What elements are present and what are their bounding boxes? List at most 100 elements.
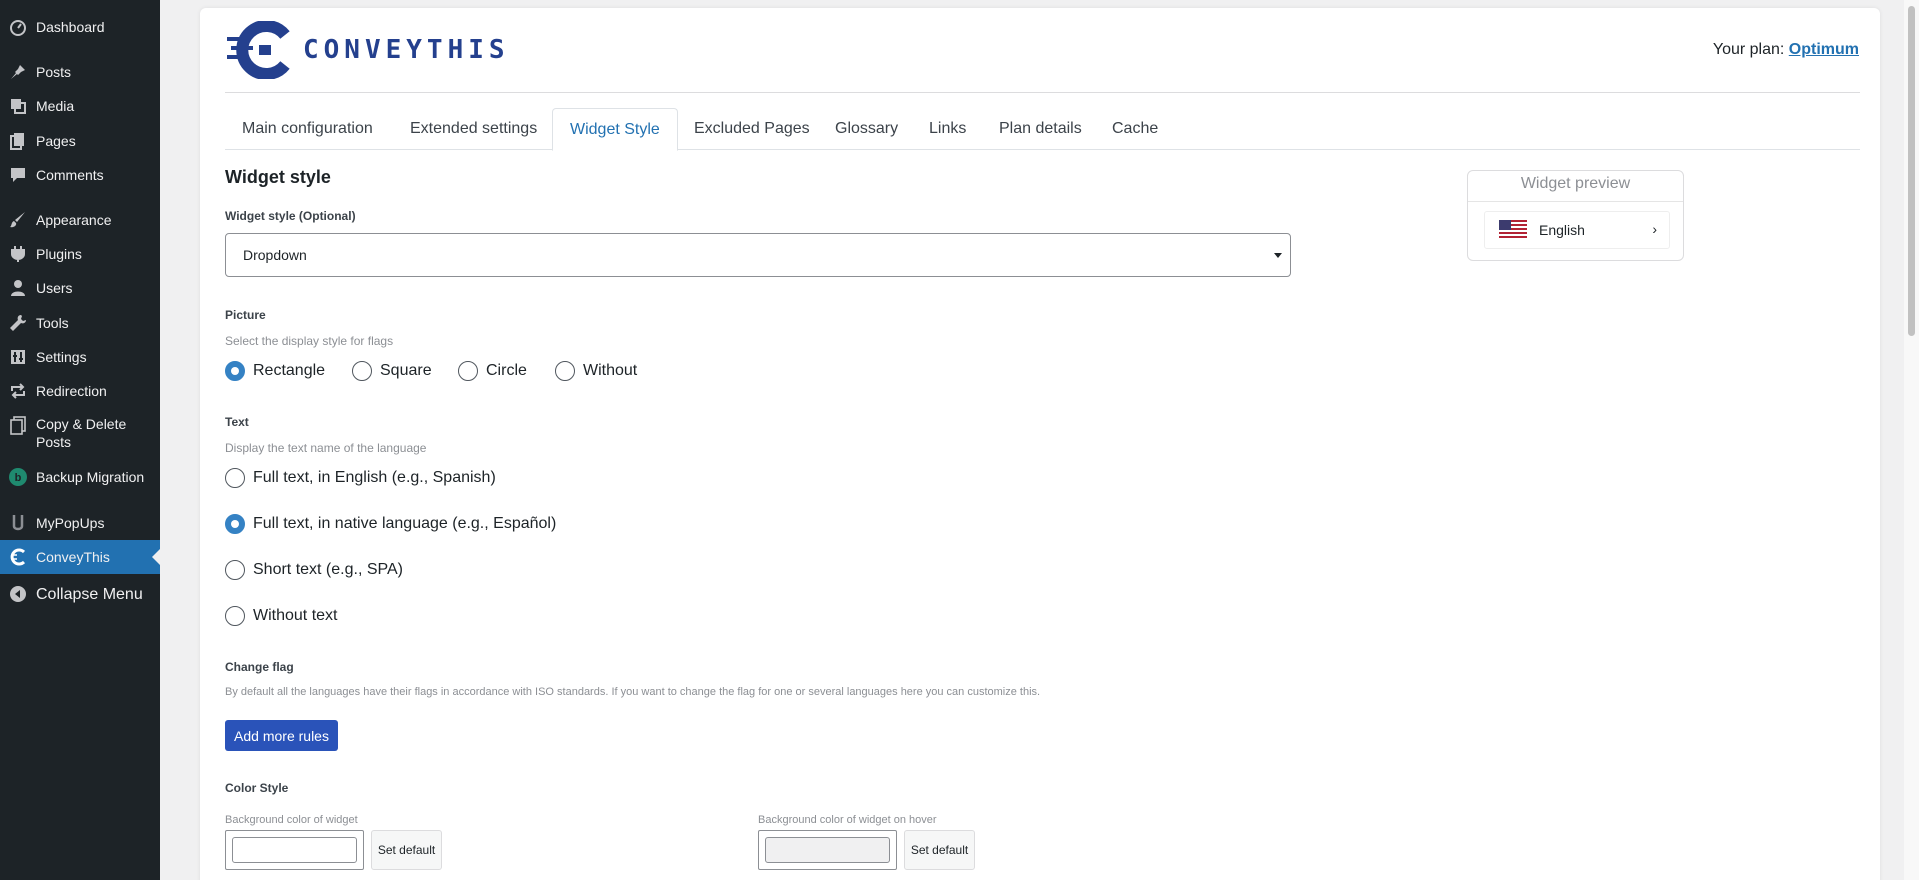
sidebar-item-posts[interactable]: Posts: [0, 55, 160, 89]
conveythis-logo: CONVEYTHIS: [225, 21, 530, 79]
plan-prefix: Your plan:: [1712, 41, 1785, 58]
sidebar-item-backup-migration[interactable]: b Backup Migration: [0, 460, 160, 494]
preview-divider: [1468, 201, 1683, 202]
wrench-icon: [8, 313, 28, 333]
comment-icon: [8, 165, 28, 185]
color-style-label: Color Style: [225, 781, 289, 795]
sidebar-item-media[interactable]: Media: [0, 89, 160, 123]
sidebar-item-label: Comments: [36, 166, 104, 183]
widget-preview: Widget preview English ›: [1467, 170, 1684, 261]
settings-icon: [8, 347, 28, 367]
conveythis-icon: [8, 547, 28, 567]
settings-tabs: Main configuration Extended settings Wid…: [225, 108, 1860, 151]
change-flag-hint: By default all the languages have their …: [225, 686, 1041, 698]
radio-label: Full text, in native language (e.g., Esp…: [253, 515, 557, 532]
radio-selected: [225, 514, 245, 534]
tab-cache[interactable]: Cache: [1095, 108, 1175, 150]
plan-link[interactable]: Optimum: [1789, 41, 1859, 58]
widget-preview-title: Widget preview: [1520, 175, 1631, 192]
sidebar-item-label: Media: [36, 97, 75, 114]
preview-language-label: English: [1539, 222, 1585, 238]
tab-plan-details[interactable]: Plan details: [982, 108, 1099, 150]
logo-text: CONVEYTHIS: [303, 35, 510, 65]
radio-unselected: [225, 560, 245, 580]
collapse-icon: [8, 584, 28, 604]
bg-color-set-default-button[interactable]: Set default: [371, 830, 442, 870]
dashboard-icon: [8, 17, 28, 37]
tab-widget-style[interactable]: Widget Style: [552, 108, 678, 151]
sidebar-item-copy-delete-posts[interactable]: Copy & Delete Posts: [0, 416, 160, 452]
sidebar-item-settings[interactable]: Settings: [0, 340, 160, 374]
sidebar-item-redirection[interactable]: Redirection: [0, 374, 160, 408]
bg-hover-color-swatch: [765, 837, 890, 863]
sidebar-item-label: Users: [36, 279, 73, 296]
sidebar-item-label: Appearance: [36, 211, 112, 228]
tab-excluded-pages[interactable]: Excluded Pages: [677, 108, 827, 150]
backup-icon: b: [8, 467, 28, 487]
language-switcher-preview[interactable]: English ›: [1484, 211, 1670, 249]
tab-links[interactable]: Links: [912, 108, 983, 150]
radio-label: Rectangle: [253, 362, 326, 379]
radio-unselected: [458, 361, 478, 381]
sidebar-item-label: Collapse Menu: [36, 585, 143, 603]
user-icon: [8, 278, 28, 298]
radio-label: Full text, in English (e.g., Spanish): [253, 469, 496, 486]
sidebar-item-label: ConveyThis: [36, 548, 110, 565]
sidebar-item-label: Copy & Delete: [36, 416, 127, 432]
sidebar-item-tools[interactable]: Tools: [0, 306, 160, 340]
text-option-full-english[interactable]: Full text, in English (e.g., Spanish): [225, 466, 496, 490]
picture-option-circle[interactable]: Circle: [458, 359, 527, 383]
sidebar-item-label: Redirection: [36, 382, 107, 399]
sidebar-item-label: Settings: [36, 348, 87, 365]
collapse-menu-button[interactable]: Collapse Menu: [0, 577, 160, 611]
radio-selected: [225, 361, 245, 381]
picture-option-without[interactable]: Without: [555, 359, 637, 383]
sidebar-item-conveythis[interactable]: ConveyThis: [0, 540, 160, 574]
radio-label: Short text (e.g., SPA): [253, 561, 403, 578]
text-option-short[interactable]: Short text (e.g., SPA): [225, 558, 403, 582]
bg-hover-set-default-button[interactable]: Set default: [904, 830, 975, 870]
text-option-full-native[interactable]: Full text, in native language (e.g., Esp…: [225, 512, 556, 536]
sidebar-item-comments[interactable]: Comments: [0, 158, 160, 192]
pages-icon: [8, 131, 28, 151]
section-title: Widget style: [225, 167, 331, 187]
text-option-without[interactable]: Without text: [225, 604, 337, 628]
sidebar-item-label: Posts: [36, 63, 72, 80]
sidebar-item-label: Tools: [36, 314, 69, 331]
tab-extended-settings[interactable]: Extended settings: [393, 108, 554, 150]
change-flag-label: Change flag: [225, 660, 294, 674]
radio-label: Without text: [253, 607, 338, 624]
sidebar-item-pages[interactable]: Pages: [0, 124, 160, 158]
add-more-rules-button[interactable]: Add more rules: [225, 720, 338, 751]
bg-color-swatch: [232, 837, 357, 863]
radio-unselected: [352, 361, 372, 381]
bg-color-field[interactable]: [225, 830, 364, 870]
radio-unselected: [225, 606, 245, 626]
sidebar-item-mypopups[interactable]: MyPopUps: [0, 506, 160, 540]
tab-glossary[interactable]: Glossary: [818, 108, 915, 150]
popup-icon: [8, 513, 28, 533]
radio-label: Without: [583, 362, 638, 379]
redirect-icon: [8, 381, 28, 401]
widget-style-select[interactable]: Dropdown: [225, 233, 1291, 277]
sidebar-item-appearance[interactable]: Appearance: [0, 203, 160, 237]
radio-unselected: [225, 468, 245, 488]
radio-label: Circle: [486, 362, 527, 379]
us-flag-icon: [1499, 220, 1527, 240]
sidebar-item-label: Backup Migration: [36, 468, 145, 485]
caret-down-icon: [1274, 253, 1282, 258]
picture-option-rectangle[interactable]: Rectangle: [225, 359, 325, 383]
radio-unselected: [555, 361, 575, 381]
bg-hover-color-field[interactable]: [758, 830, 897, 870]
page-scrollbar[interactable]: [1904, 0, 1919, 880]
sidebar-item-plugins[interactable]: Plugins: [0, 237, 160, 271]
sidebar-item-users[interactable]: Users: [0, 271, 160, 305]
sidebar-item-dashboard[interactable]: Dashboard: [0, 10, 160, 44]
pin-icon: [8, 62, 28, 82]
picture-option-square[interactable]: Square: [352, 359, 432, 383]
sidebar-item-label: Plugins: [36, 245, 82, 262]
picture-label: Picture: [225, 308, 266, 322]
brush-icon: [8, 210, 28, 230]
tab-main-configuration[interactable]: Main configuration: [225, 108, 390, 150]
scrollbar-thumb[interactable]: [1908, 6, 1915, 336]
